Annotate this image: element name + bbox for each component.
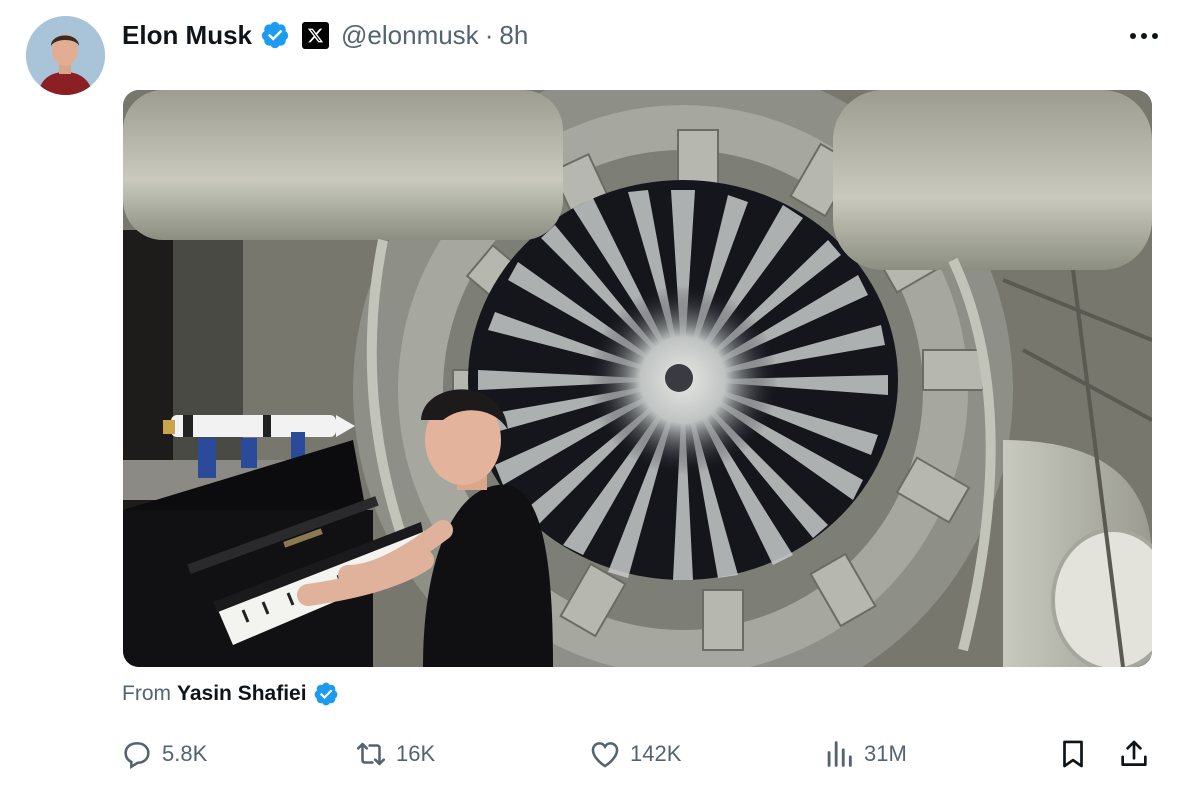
display-name[interactable]: Elon Musk bbox=[122, 20, 252, 51]
like-count: 142K bbox=[630, 741, 682, 766]
timestamp[interactable]: 8h bbox=[499, 20, 528, 51]
share-button[interactable] bbox=[1117, 734, 1151, 774]
video-attribution: From Yasin Shafiei bbox=[122, 679, 339, 709]
reply-count: 5.8K bbox=[162, 741, 208, 766]
share-icon bbox=[1117, 737, 1151, 771]
avatar-image bbox=[26, 16, 105, 95]
attribution-name[interactable]: Yasin Shafiei bbox=[177, 682, 307, 706]
repost-icon bbox=[354, 737, 388, 771]
tweet-actions: 5.8K 16K 142K 31M bbox=[0, 734, 1200, 774]
bookmark-icon bbox=[1056, 737, 1090, 771]
reply-button[interactable]: 5.8K bbox=[120, 734, 207, 774]
verified-badge-icon[interactable] bbox=[313, 681, 339, 707]
views-count: 31M bbox=[864, 741, 907, 766]
like-button[interactable]: 142K bbox=[588, 734, 681, 774]
tweet-video[interactable] bbox=[123, 90, 1152, 667]
bookmark-button[interactable] bbox=[1056, 734, 1090, 774]
video-frame bbox=[123, 90, 1152, 667]
more-options-button[interactable] bbox=[1124, 22, 1164, 50]
user-handle[interactable]: @elonmusk bbox=[341, 20, 479, 51]
like-icon bbox=[588, 737, 622, 771]
tweet-header: Elon Musk @elonmusk · 8h bbox=[122, 14, 528, 56]
verified-badge-icon[interactable] bbox=[260, 20, 290, 50]
separator-dot: · bbox=[484, 19, 494, 50]
views-button[interactable]: 31M bbox=[822, 734, 907, 774]
repost-count: 16K bbox=[396, 741, 436, 766]
repost-button[interactable]: 16K bbox=[354, 734, 435, 774]
avatar[interactable] bbox=[26, 16, 105, 95]
x-logo-icon[interactable] bbox=[302, 21, 330, 49]
more-options-icon bbox=[1130, 33, 1158, 39]
reply-icon bbox=[120, 737, 154, 771]
views-icon bbox=[822, 737, 856, 771]
from-label: From bbox=[122, 682, 171, 705]
